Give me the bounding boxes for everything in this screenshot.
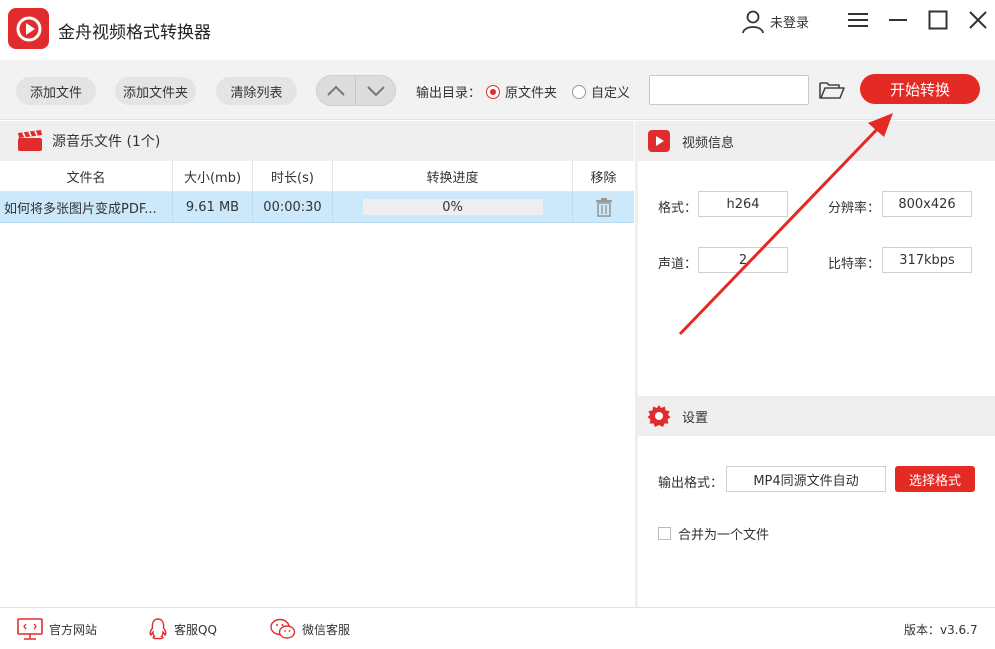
checkbox-unchecked-icon xyxy=(658,527,671,540)
move-up-button[interactable] xyxy=(317,76,357,105)
channel-value: 2 xyxy=(698,247,788,273)
qq-penguin-icon xyxy=(149,618,167,640)
remove-cell xyxy=(573,192,634,222)
clear-list-button[interactable]: 清除列表 xyxy=(216,77,297,105)
radio-checked-icon xyxy=(486,84,500,99)
monitor-icon xyxy=(17,618,43,640)
file-name-cell: 如何将多张图片变成PDF... xyxy=(0,192,173,222)
title-bar: 金舟视频格式转换器 未登录 xyxy=(0,0,995,60)
close-icon[interactable] xyxy=(966,8,990,32)
radio-custom-label: 自定义 xyxy=(591,86,631,101)
file-list-panel: 源音乐文件 (1个) 文件名 大小(mb) 时长(s) 转换进度 移除 如何将多… xyxy=(0,121,634,607)
radio-custom-folder[interactable]: 自定义 xyxy=(572,82,630,101)
column-header: 大小(mb) xyxy=(173,161,253,191)
user-icon xyxy=(742,10,764,34)
qq-support-link[interactable]: 客服QQ xyxy=(148,618,217,640)
app-title: 金舟视频格式转换器 xyxy=(58,23,211,43)
progress-cell: 0% xyxy=(333,192,573,222)
table-row[interactable]: 如何将多张图片变成PDF... 9.61 MB 00:00:30 0% xyxy=(0,192,634,223)
radio-original-label: 原文件夹 xyxy=(505,86,558,101)
menu-icon[interactable] xyxy=(846,8,870,32)
choose-format-button[interactable]: 选择格式 xyxy=(895,466,975,492)
output-format-value: MP4同源文件自动 xyxy=(726,466,886,492)
merge-checkbox[interactable]: 合并为一个文件 xyxy=(658,524,769,543)
version-label: 版本：v3.6.7 xyxy=(904,623,978,637)
bitrate-label: 比特率： xyxy=(828,257,881,272)
settings-header: 设置 xyxy=(638,396,995,436)
wechat-icon xyxy=(270,618,296,639)
file-list-header: 源音乐文件 (1个) xyxy=(0,121,634,161)
gear-icon xyxy=(647,405,671,427)
output-dir-label: 输出目录： xyxy=(416,86,482,101)
file-list-title: 源音乐文件 (1个) xyxy=(52,134,161,150)
start-convert-button[interactable]: 开始转换 xyxy=(860,74,980,104)
settings-title: 设置 xyxy=(682,410,709,426)
trash-icon[interactable] xyxy=(595,197,613,217)
radio-original-folder[interactable]: 原文件夹 xyxy=(486,82,557,101)
chevron-down-icon xyxy=(366,85,385,96)
login-button[interactable]: 未登录 xyxy=(740,8,809,34)
column-header: 时长(s) xyxy=(253,161,333,191)
video-info-header: 视频信息 xyxy=(638,121,995,161)
add-folder-button[interactable]: 添加文件夹 xyxy=(115,77,196,105)
table-header: 文件名 大小(mb) 时长(s) 转换进度 移除 xyxy=(0,161,634,192)
column-header: 文件名 xyxy=(0,161,173,191)
clapperboard-icon xyxy=(18,130,42,151)
video-info-title: 视频信息 xyxy=(682,135,735,151)
website-label: 官方网站 xyxy=(49,622,98,637)
file-duration-cell: 00:00:30 xyxy=(253,192,333,222)
website-link[interactable]: 官方网站 xyxy=(17,618,97,640)
app-logo-icon xyxy=(8,8,49,49)
app-window: 金舟视频格式转换器 未登录 添加文件 添加文件夹 清除列表 输出目录： 原文件夹… xyxy=(0,0,995,649)
wechat-support-link[interactable]: 微信客服 xyxy=(270,618,350,640)
move-down-button[interactable] xyxy=(356,76,395,105)
footer: 官方网站 客服QQ 微信客服 版本：v3.6.7 xyxy=(0,607,995,649)
qq-label: 客服QQ xyxy=(174,622,217,637)
info-panel: 视频信息 格式： h264 分辨率： 800x426 声道： 2 比特率： 31… xyxy=(638,121,995,607)
video-play-icon xyxy=(648,130,670,152)
resolution-label: 分辨率： xyxy=(828,201,881,216)
file-size-cell: 9.61 MB xyxy=(173,192,253,222)
format-value: h264 xyxy=(698,191,788,217)
login-label: 未登录 xyxy=(770,15,810,31)
toolbar: 添加文件 添加文件夹 清除列表 输出目录： 原文件夹 自定义 开始转换 xyxy=(0,60,995,120)
move-buttons xyxy=(316,75,396,106)
folder-open-icon[interactable] xyxy=(818,78,846,102)
resolution-value: 800x426 xyxy=(882,191,972,217)
progress-bar: 0% xyxy=(362,199,543,215)
merge-label: 合并为一个文件 xyxy=(678,528,770,543)
minimize-icon[interactable] xyxy=(886,8,910,32)
chevron-up-icon xyxy=(327,85,345,96)
bitrate-value: 317kbps xyxy=(882,247,972,273)
channel-label: 声道： xyxy=(658,257,698,272)
maximize-icon[interactable] xyxy=(926,8,950,32)
output-format-label: 输出格式： xyxy=(658,476,724,491)
wechat-label: 微信客服 xyxy=(302,622,351,637)
add-file-button[interactable]: 添加文件 xyxy=(16,77,96,105)
column-header: 移除 xyxy=(590,170,617,186)
column-header: 转换进度 xyxy=(333,161,573,191)
output-path-input[interactable] xyxy=(649,75,809,105)
radio-unchecked-icon xyxy=(572,84,586,99)
format-label: 格式： xyxy=(658,201,698,216)
